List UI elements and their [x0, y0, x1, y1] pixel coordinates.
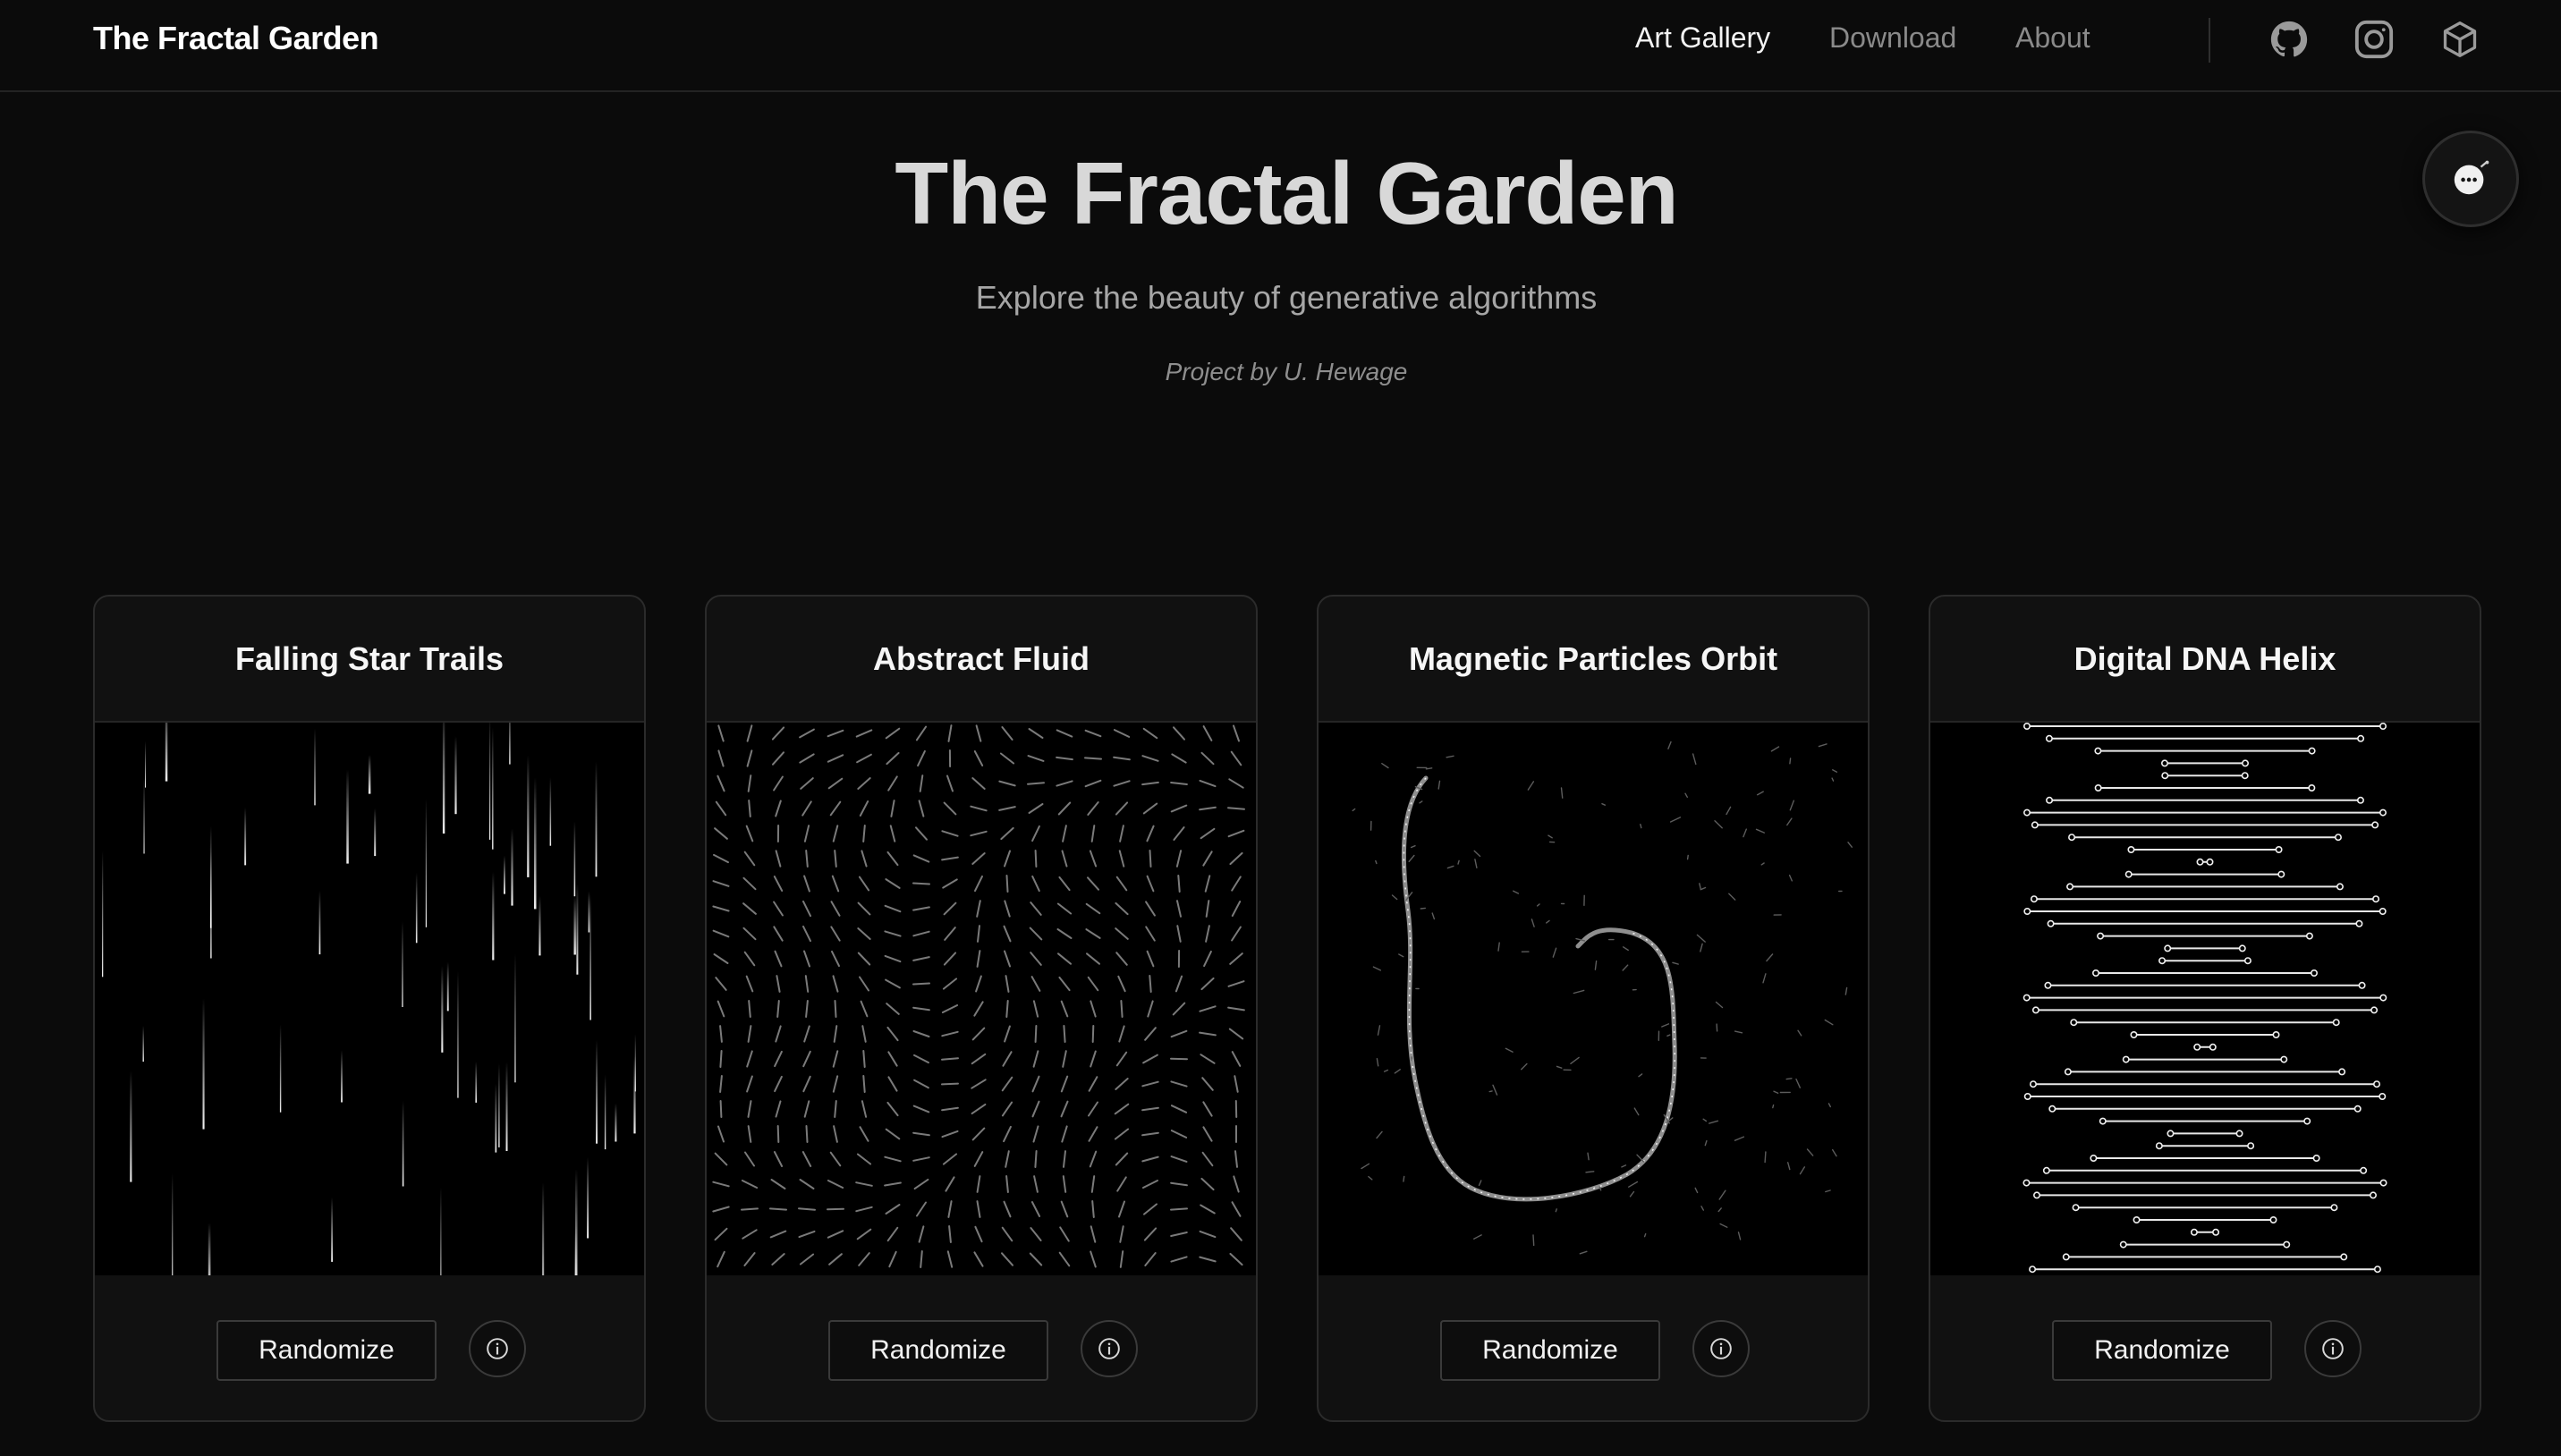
art-canvas-magnetic-particles-orbit[interactable] — [1319, 723, 1868, 1275]
card-actions: Randomize — [1930, 1275, 2480, 1420]
info-button[interactable] — [2304, 1320, 2362, 1377]
card-actions: Randomize — [95, 1275, 644, 1420]
card-title: Falling Star Trails — [95, 597, 644, 723]
info-icon — [2322, 1338, 2344, 1359]
art-card: Digital DNA Helix Randomize — [1929, 595, 2481, 1422]
card-actions: Randomize — [707, 1275, 1256, 1420]
nav-divider — [2209, 18, 2210, 63]
randomize-button[interactable]: Randomize — [828, 1320, 1048, 1381]
cube-icon[interactable] — [2438, 18, 2481, 61]
card-title: Digital DNA Helix — [1930, 597, 2480, 723]
instagram-icon[interactable] — [2353, 18, 2396, 61]
info-button[interactable] — [1692, 1320, 1750, 1377]
info-button[interactable] — [1081, 1320, 1138, 1377]
art-card: Falling Star Trails Randomize — [93, 595, 646, 1422]
info-button[interactable] — [469, 1320, 526, 1377]
hero-title: The Fractal Garden — [895, 144, 1678, 242]
hero-subtitle: Explore the beauty of generative algorit… — [975, 279, 1598, 316]
randomize-button[interactable]: Randomize — [2052, 1320, 2272, 1381]
nav-link-about[interactable]: About — [2015, 21, 2090, 55]
brand-logo-text[interactable]: The Fractal Garden — [93, 20, 379, 57]
info-icon — [1098, 1338, 1120, 1359]
randomize-button[interactable]: Randomize — [1440, 1320, 1660, 1381]
art-card: Abstract Fluid Randomize — [705, 595, 1258, 1422]
randomize-button[interactable]: Randomize — [216, 1320, 437, 1381]
hero-credit: Project by U. Hewage — [1165, 358, 1408, 385]
art-canvas-abstract-fluid[interactable] — [707, 723, 1256, 1275]
art-canvas-falling-star-trails[interactable] — [95, 723, 644, 1275]
card-actions: Randomize — [1319, 1275, 1868, 1420]
art-card: Magnetic Particles Orbit Randomize — [1317, 595, 1870, 1422]
card-title: Magnetic Particles Orbit — [1319, 597, 1868, 723]
info-icon — [487, 1338, 508, 1359]
nav-link-download[interactable]: Download — [1829, 21, 1956, 55]
top-navbar: The Fractal Garden Art Gallery Download … — [0, 0, 2561, 92]
nav-link-art-gallery[interactable]: Art Gallery — [1635, 21, 1770, 55]
info-icon — [1710, 1338, 1732, 1359]
github-icon[interactable] — [2268, 18, 2311, 61]
art-canvas-digital-dna-helix[interactable] — [1930, 723, 2480, 1275]
card-title: Abstract Fluid — [707, 597, 1256, 723]
